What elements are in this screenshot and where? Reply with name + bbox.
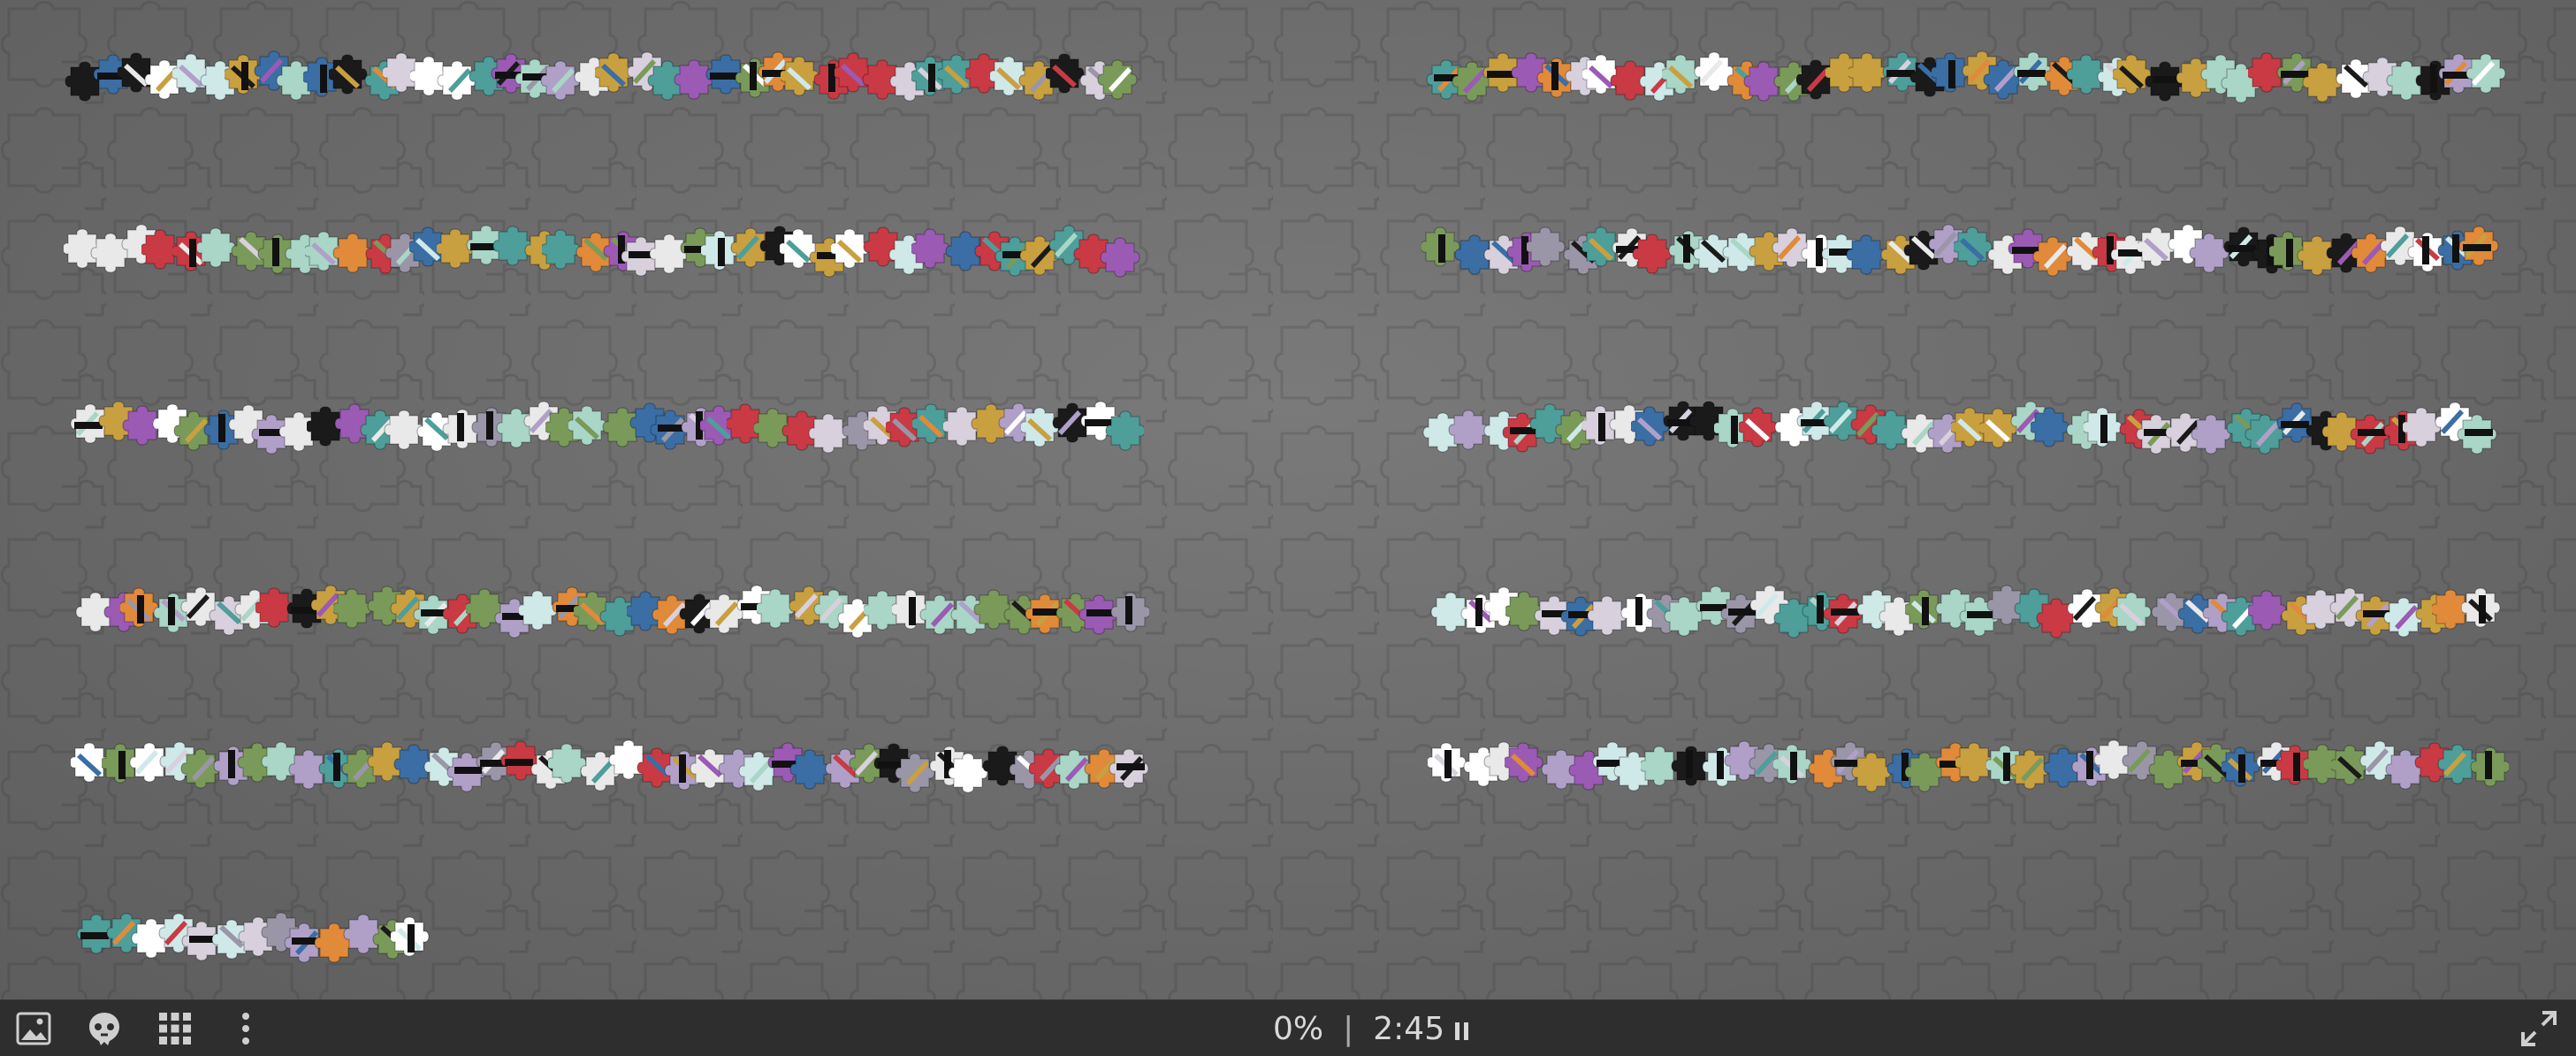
timer: 2:45 xyxy=(1373,1010,1445,1047)
piece-row xyxy=(1425,738,2541,792)
puzzle-piece[interactable] xyxy=(1099,227,1145,279)
progress-percent: 0% xyxy=(1273,1010,1324,1047)
puzzle-piece[interactable] xyxy=(2461,52,2507,103)
piece-row xyxy=(64,400,1182,455)
pause-icon-bar-left xyxy=(1455,1022,1460,1040)
puzzle-piece[interactable] xyxy=(1098,403,1144,455)
show-image-button[interactable] xyxy=(12,1007,55,1050)
puzzle-status: 0% | 2:45 xyxy=(1273,1000,1469,1056)
puzzle-piece[interactable] xyxy=(2454,225,2500,276)
pause-icon-bar-right xyxy=(1464,1022,1469,1040)
board-texture xyxy=(0,0,2576,999)
status-separator: | xyxy=(1343,1010,1354,1047)
arrange-pieces-button[interactable] xyxy=(154,1007,196,1050)
puzzle-piece[interactable] xyxy=(1103,585,1149,636)
puzzle-piece[interactable] xyxy=(2456,404,2502,455)
expand-icon xyxy=(2521,1011,2557,1046)
puzzle-piece[interactable] xyxy=(1108,738,1154,790)
fullscreen-button[interactable] xyxy=(2518,1007,2560,1050)
more-options-button[interactable] xyxy=(225,1007,267,1050)
ghost-mode-button[interactable] xyxy=(83,1007,126,1050)
puzzle-piece[interactable] xyxy=(1096,50,1142,101)
piece-row xyxy=(1419,400,2515,455)
bottom-toolbar: 0% | 2:45 xyxy=(0,999,2576,1056)
piece-row xyxy=(62,49,1176,102)
kebab-menu-icon xyxy=(242,1013,249,1045)
puzzle-app: 0% | 2:45 xyxy=(0,0,2576,1056)
piece-row xyxy=(1423,49,2537,103)
puzzle-piece[interactable] xyxy=(2462,584,2508,635)
piece-row xyxy=(1419,223,2537,277)
ghost-icon xyxy=(89,1013,119,1045)
pause-button[interactable] xyxy=(1455,1017,1469,1040)
piece-row xyxy=(1423,584,2542,639)
piece-row xyxy=(71,909,460,964)
piece-row xyxy=(71,738,1186,793)
piece-row xyxy=(62,223,1180,279)
grid-icon xyxy=(159,1013,191,1045)
puzzle-piece[interactable] xyxy=(391,913,437,964)
puzzle-board[interactable] xyxy=(0,0,2576,999)
piece-row xyxy=(66,584,1180,639)
puzzle-piece[interactable] xyxy=(2463,739,2509,791)
image-icon xyxy=(16,1012,51,1045)
